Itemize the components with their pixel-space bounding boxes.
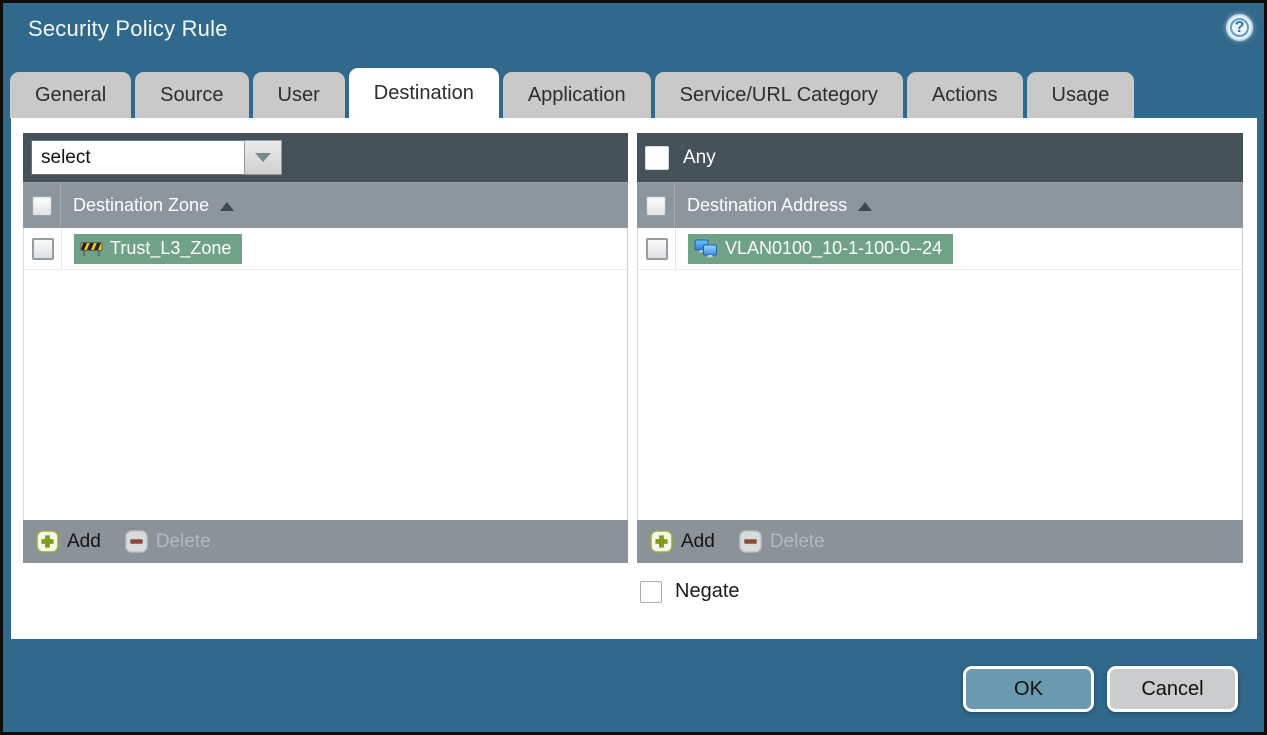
tab-bar: General Source User Destination Applicat… — [10, 68, 1135, 118]
address-table-header: Destination Address — [637, 182, 1243, 228]
address-add-button[interactable]: Add — [650, 530, 715, 553]
address-delete-button[interactable]: Delete — [739, 530, 825, 553]
address-select-all-checkbox[interactable] — [645, 195, 666, 216]
address-chip[interactable]: VLAN0100_10-1-100-0--24 — [688, 233, 954, 264]
tab-service-url-category[interactable]: Service/URL Category — [654, 72, 903, 118]
address-add-label: Add — [681, 530, 715, 552]
address-any-bar: Any — [637, 133, 1243, 182]
help-icon[interactable]: ? — [1226, 14, 1253, 41]
address-row-checkbox[interactable] — [645, 237, 668, 260]
tab-source[interactable]: Source — [135, 72, 249, 118]
zone-select-combo — [31, 140, 282, 175]
zone-row-checkbox[interactable] — [31, 237, 54, 260]
tab-destination[interactable]: Destination — [348, 68, 499, 118]
zone-footer-bar: Add Delete — [23, 520, 628, 563]
zone-column-header[interactable]: Destination Zone — [73, 195, 209, 216]
zone-add-label: Add — [67, 530, 101, 552]
address-table-body: VLAN0100_10-1-100-0--24 — [637, 228, 1243, 520]
zone-add-button[interactable]: Add — [36, 530, 101, 553]
address-column-header[interactable]: Destination Address — [687, 195, 847, 216]
sort-ascending-icon — [220, 202, 235, 211]
zone-select-input[interactable] — [31, 140, 244, 175]
zone-chip[interactable]: Trust_L3_Zone — [74, 233, 243, 264]
ok-button[interactable]: OK — [963, 666, 1094, 712]
zone-row-checkbox-cell — [24, 228, 62, 269]
zone-select-dropdown-button[interactable] — [244, 140, 282, 175]
add-icon — [36, 530, 59, 553]
negate-label: Negate — [675, 580, 740, 602]
address-row-label: VLAN0100_10-1-100-0--24 — [725, 238, 943, 258]
sort-ascending-icon — [858, 202, 873, 211]
cancel-button[interactable]: Cancel — [1107, 666, 1238, 712]
zone-table-body: Trust_L3_Zone — [23, 228, 628, 520]
tab-general[interactable]: General — [10, 72, 132, 118]
delete-icon — [125, 530, 148, 553]
destination-zone-panel: Destination Zone — [23, 133, 628, 563]
zone-filter-bar — [23, 133, 628, 182]
zone-row-label: Trust_L3_Zone — [110, 238, 232, 258]
any-checkbox[interactable] — [645, 145, 669, 170]
dialog-title: Security Policy Rule — [28, 16, 228, 41]
negate-checkbox[interactable] — [640, 580, 662, 603]
table-row[interactable]: VLAN0100_10-1-100-0--24 — [638, 228, 1242, 270]
table-row[interactable]: Trust_L3_Zone — [24, 228, 627, 270]
destination-address-panel: Any Destination Address VLAN0100_10-1-10… — [637, 133, 1243, 563]
address-delete-label: Delete — [769, 530, 825, 552]
tab-usage[interactable]: Usage — [1026, 72, 1135, 118]
zone-table-header: Destination Zone — [23, 182, 628, 228]
address-footer-bar: Add Delete — [637, 520, 1243, 563]
tab-user[interactable]: User — [252, 72, 345, 118]
address-header-checkbox-cell — [637, 183, 675, 228]
question-mark-icon: ? — [1230, 18, 1249, 37]
tab-actions[interactable]: Actions — [906, 72, 1023, 118]
zone-icon — [80, 240, 103, 257]
zone-delete-label: Delete — [155, 530, 211, 552]
add-icon — [650, 530, 673, 553]
any-label: Any — [683, 146, 716, 168]
delete-icon — [739, 530, 762, 553]
chevron-down-icon — [255, 153, 271, 162]
negate-option: Negate — [640, 580, 740, 603]
zone-header-checkbox-cell — [23, 183, 61, 228]
address-row-checkbox-cell — [638, 228, 676, 269]
tab-application[interactable]: Application — [502, 72, 651, 118]
zone-select-all-checkbox[interactable] — [31, 195, 52, 216]
address-icon — [694, 239, 718, 259]
security-policy-rule-dialog: Security Policy Rule ? General Source Us… — [0, 0, 1267, 735]
zone-delete-button[interactable]: Delete — [125, 530, 211, 553]
